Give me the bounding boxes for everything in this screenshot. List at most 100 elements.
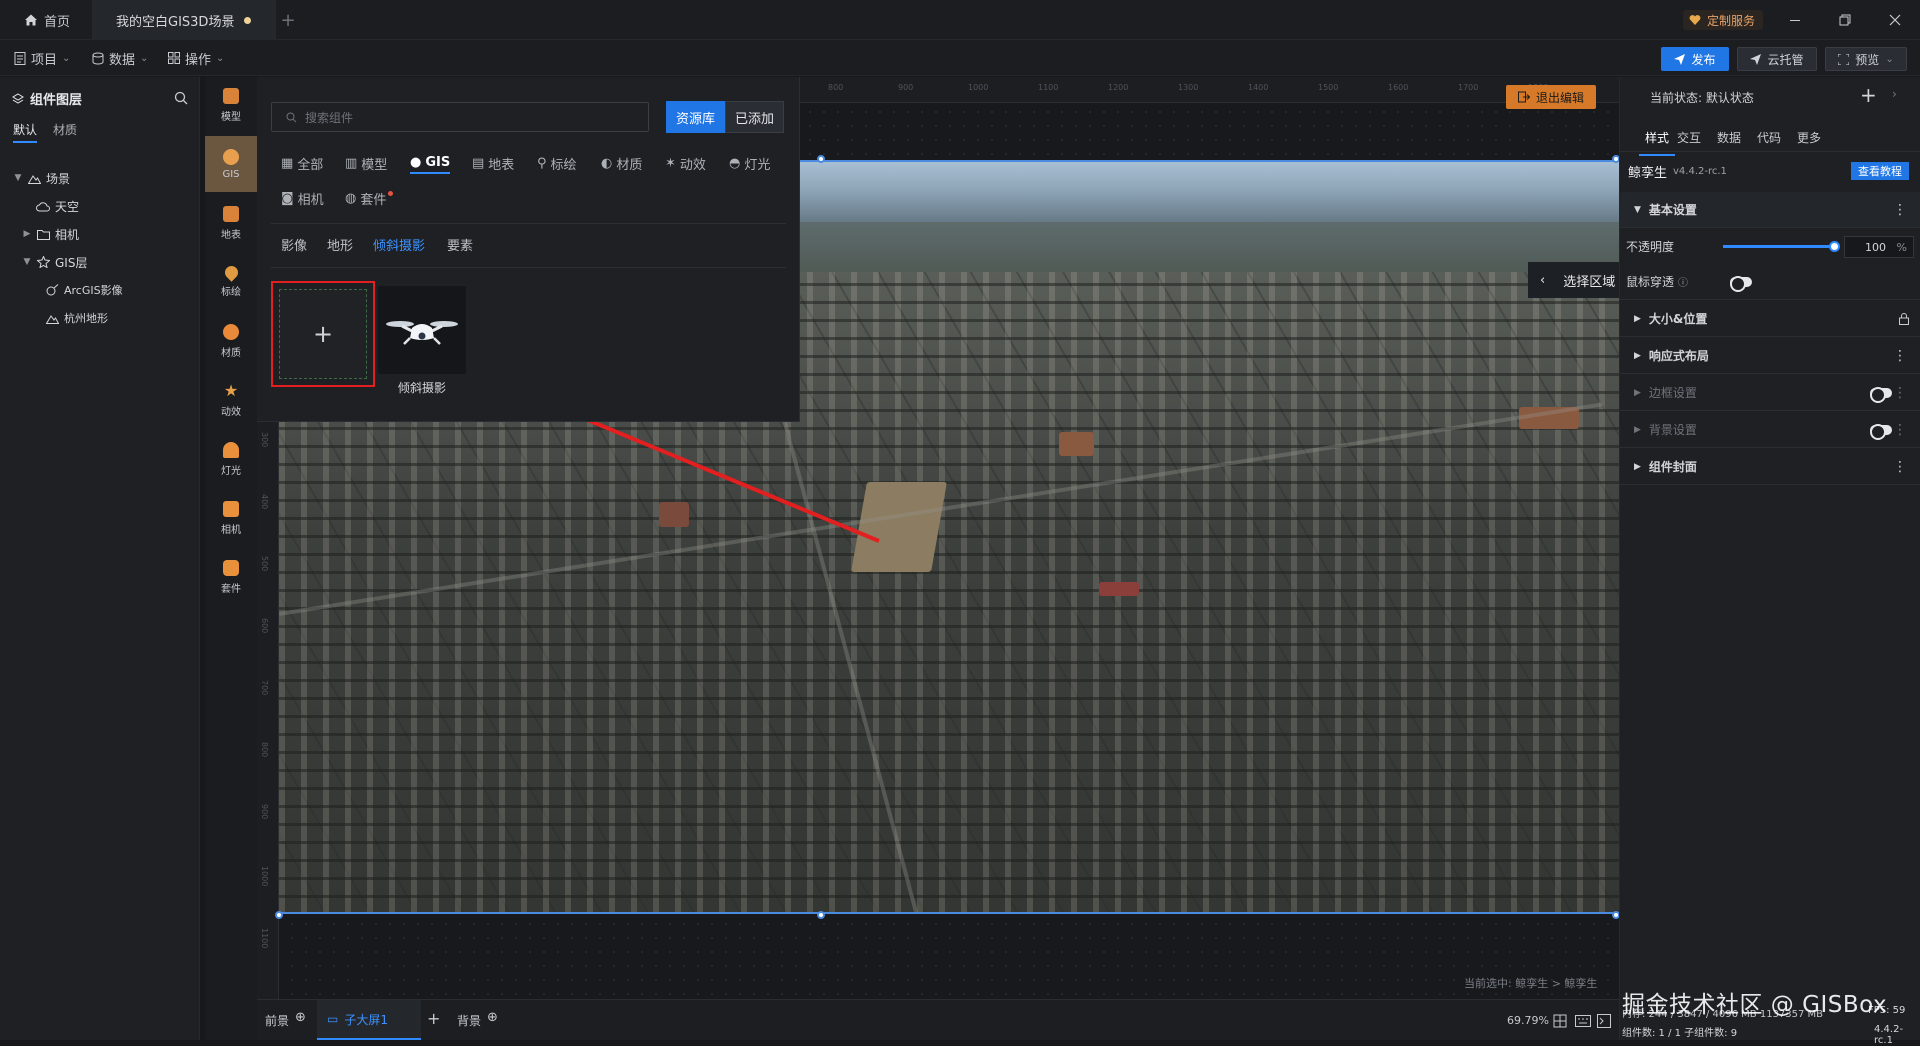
subtab-imagery[interactable]: 影像 [281, 235, 307, 254]
add-circle-icon[interactable]: ⊕ [295, 1010, 306, 1025]
oblique-photo-card[interactable] [378, 286, 466, 374]
menu-data[interactable]: 数据 ⌄ [92, 48, 148, 68]
new-tab-button[interactable]: + [276, 0, 300, 40]
fit-screen-icon[interactable] [1553, 1014, 1567, 1028]
more-icon[interactable]: ⋮ [1893, 385, 1907, 401]
new-badge [388, 190, 394, 196]
tree-item-scene[interactable]: ▼ 场景 [0, 166, 200, 190]
tree-item-camera[interactable]: ▶ 相机 [0, 222, 200, 246]
category-model[interactable]: 模型 [205, 77, 257, 133]
cat-light[interactable]: ◓ 灯光 [729, 152, 770, 174]
tree-item-gis-layer[interactable]: ▼ GIS层 [0, 250, 200, 274]
chevron-right-icon[interactable]: › [1892, 87, 1897, 101]
tab-home[interactable]: 首页 [0, 0, 92, 40]
section-border[interactable]: ▶ 边框设置 ⋮ [1620, 375, 1920, 411]
resize-handle[interactable] [817, 155, 825, 163]
publish-button[interactable]: 发布 [1661, 47, 1729, 71]
opacity-slider-handle[interactable] [1829, 241, 1840, 252]
tree-item-terrain[interactable]: 杭州地形 [0, 306, 200, 330]
category-label: GIS [222, 168, 240, 180]
chevron-down-icon: ⌄ [62, 52, 71, 64]
tab-scene[interactable]: 我的空白GIS3D场景 [92, 0, 276, 40]
category-light[interactable]: 灯光 [205, 431, 257, 487]
cat-all[interactable]: ▦ 全部 [281, 152, 323, 174]
subtab-oblique[interactable]: 倾斜摄影 [373, 235, 425, 254]
cat-kit[interactable]: ◍ 套件 [345, 187, 394, 209]
category-gis[interactable]: GIS [205, 136, 257, 192]
collapsed-caret-icon: ▶ [1634, 350, 1641, 361]
cat-gis[interactable]: ● GIS [410, 152, 451, 174]
category-plot[interactable]: 标绘 [205, 254, 257, 310]
category-kit[interactable]: 套件 [205, 549, 257, 605]
category-effect[interactable]: ★ 动效 [205, 372, 257, 428]
tab-code[interactable]: 代码 [1757, 129, 1781, 146]
section-basic[interactable]: ▼ 基本设置 ⋮ [1620, 192, 1920, 228]
foreground-label: 前景 [265, 1014, 290, 1028]
resize-handle[interactable] [817, 911, 825, 919]
menu-ops[interactable]: 操作 ⌄ [168, 48, 224, 68]
lock-icon[interactable] [1899, 312, 1909, 325]
component-count: 组件数: 1 / 1 子组件数: 9 [1622, 1028, 1738, 1039]
more-icon[interactable]: ⋮ [1893, 459, 1907, 475]
added-button[interactable]: 已添加 [725, 101, 784, 133]
layers-tab-material[interactable]: 材质 [53, 121, 77, 138]
menu-project[interactable]: 项目 ⌄ [14, 48, 70, 68]
library-button[interactable]: 资源库 [666, 101, 725, 133]
tab-interaction[interactable]: 交互 [1677, 129, 1701, 146]
add-circle-icon[interactable]: ⊕ [487, 1010, 498, 1025]
more-icon[interactable]: ⋮ [1893, 422, 1907, 438]
add-state-button[interactable]: + [1860, 83, 1877, 107]
cat-label: 地表 [488, 157, 515, 173]
tree-item-sky[interactable]: 天空 [0, 194, 200, 218]
close-button[interactable] [1870, 0, 1920, 40]
ruler-tick-label: 1500 [1318, 83, 1339, 92]
restore-button[interactable] [1820, 0, 1870, 40]
child-screen-tab[interactable]: ▭ 子大屏1 [317, 1000, 421, 1040]
opacity-row: 不透明度 100 % [1620, 228, 1920, 264]
tree-item-arcgis[interactable]: ArcGIS影像 [0, 278, 200, 302]
search-input[interactable]: 搜索组件 [271, 102, 649, 132]
section-cover[interactable]: ▶ 组件封面 ⋮ [1620, 449, 1920, 485]
minimize-button[interactable] [1770, 0, 1820, 40]
cat-camera[interactable]: ◙ 相机 [281, 187, 324, 209]
section-background[interactable]: ▶ 背景设置 ⋮ [1620, 412, 1920, 448]
mouse-through-toggle[interactable] [1730, 276, 1752, 292]
tutorial-button[interactable]: 查看教程 [1851, 162, 1909, 180]
cat-plot[interactable]: ⚲ 标绘 [537, 152, 577, 174]
tab-more[interactable]: 更多 [1797, 129, 1821, 146]
section-label: 基本设置 [1648, 203, 1697, 217]
cat-material[interactable]: ◐ 材质 [601, 152, 642, 174]
category-surface[interactable]: 地表 [205, 195, 257, 251]
subtab-terrain[interactable]: 地形 [327, 235, 353, 254]
category-camera[interactable]: 相机 [205, 490, 257, 546]
search-icon[interactable] [174, 91, 188, 105]
cloud-host-button[interactable]: 云托管 [1737, 47, 1817, 71]
opacity-slider-track[interactable] [1723, 241, 1840, 252]
background-toggle[interactable] [1870, 424, 1892, 440]
category-material[interactable]: 材质 [205, 313, 257, 369]
resize-handle[interactable] [275, 911, 283, 919]
terminal-icon[interactable] [1597, 1014, 1611, 1028]
more-icon[interactable]: ⋮ [1893, 348, 1907, 364]
cat-effect[interactable]: ✶ 动效 [665, 152, 706, 174]
subtab-feature[interactable]: 要素 [447, 235, 473, 254]
cat-model[interactable]: ▥ 模型 [345, 152, 387, 174]
section-responsive[interactable]: ▶ 响应式布局 ⋮ [1620, 338, 1920, 374]
exit-edit-button[interactable]: 退出编辑 [1506, 85, 1596, 109]
section-size-position[interactable]: ▶ 大小&位置 [1620, 301, 1920, 337]
more-icon[interactable]: ⋮ [1893, 202, 1907, 218]
keyboard-icon[interactable] [1575, 1015, 1591, 1027]
ruler-tick-label: 1600 [1388, 83, 1409, 92]
add-screen-button[interactable]: + [427, 1009, 440, 1028]
tab-data[interactable]: 数据 [1717, 129, 1741, 146]
border-toggle[interactable] [1870, 387, 1892, 403]
background-tab[interactable]: 背景 ⊕ [457, 1010, 498, 1029]
custom-service-button[interactable]: 定制服务 [1683, 10, 1764, 30]
preview-button[interactable]: 预览 ⌄ [1825, 47, 1907, 71]
add-component-card[interactable]: + [271, 281, 375, 387]
help-icon[interactable]: ⓘ [1678, 274, 1688, 289]
foreground-tab[interactable]: 前景 ⊕ [265, 1010, 306, 1029]
opacity-input[interactable]: 100 % [1844, 236, 1914, 258]
cat-surface[interactable]: ▤ 地表 [472, 152, 514, 174]
layers-tab-default[interactable]: 默认 [13, 121, 38, 143]
